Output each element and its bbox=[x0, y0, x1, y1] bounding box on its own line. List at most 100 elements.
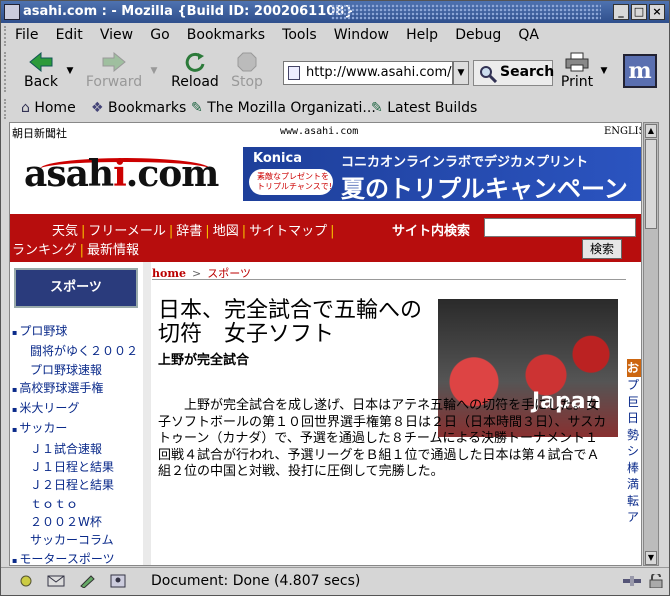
banner-line2: 夏のトリプルキャンペーン bbox=[341, 175, 628, 203]
right-column-clipped: お プ巨日勢シ棒満転ア bbox=[627, 359, 641, 565]
right-column-item[interactable]: 満 bbox=[627, 476, 641, 493]
home-link[interactable]: ⌂ Home bbox=[21, 100, 76, 116]
reload-label: Reload bbox=[171, 74, 219, 90]
sports-nav-item[interactable]: 闘将がゆく２００２ bbox=[12, 342, 142, 360]
composer-icon[interactable] bbox=[79, 574, 97, 588]
sports-nav-item[interactable]: ２００２W杯 bbox=[12, 513, 142, 531]
sports-nav-item[interactable]: Ｊ２日程と結果 bbox=[12, 476, 142, 494]
back-arrow-icon bbox=[29, 52, 53, 72]
sports-nav-item[interactable]: ▪ プロ野球 bbox=[12, 322, 142, 342]
right-column-item[interactable]: 勢 bbox=[627, 427, 641, 444]
menu-tools[interactable]: Tools bbox=[282, 24, 317, 43]
right-column-item[interactable]: 巨 bbox=[627, 394, 641, 411]
navbar-grip[interactable] bbox=[4, 52, 12, 92]
right-column-item[interactable]: シ bbox=[627, 443, 641, 460]
site-nav-row2: ランキング | 最新情報 bbox=[12, 243, 140, 258]
nav-link-sitemap[interactable]: サイトマップ bbox=[249, 224, 327, 239]
reload-button[interactable]: Reload bbox=[167, 52, 223, 90]
site-search-button[interactable]: 検索 bbox=[582, 239, 622, 259]
nav-link-latest[interactable]: 最新情報 bbox=[87, 243, 139, 258]
maximize-button[interactable]: □ bbox=[631, 4, 647, 20]
nav-link-dictionary[interactable]: 辞書 bbox=[176, 224, 202, 239]
nav-link-weather[interactable]: 天気 bbox=[52, 224, 78, 239]
search-label: Search bbox=[500, 64, 555, 80]
nav-link-map[interactable]: 地図 bbox=[213, 224, 239, 239]
online-status-icon[interactable] bbox=[621, 574, 643, 588]
url-text: http://www.asahi.com/ bbox=[306, 65, 452, 80]
bookmark-latest-builds[interactable]: ✎ Latest Builds bbox=[371, 100, 477, 116]
menu-file[interactable]: File bbox=[15, 24, 38, 43]
sports-nav-label: Ｊ１日程と結果 bbox=[30, 460, 115, 475]
navigator-icon[interactable] bbox=[17, 574, 35, 588]
scroll-thumb[interactable] bbox=[645, 139, 657, 229]
forward-dropdown[interactable]: ▼ bbox=[149, 66, 159, 76]
mail-icon[interactable] bbox=[47, 574, 65, 588]
bookmark-mozilla-label: The Mozilla Organizati... bbox=[207, 100, 376, 116]
sports-nav-label: 高校野球選手権 bbox=[19, 380, 104, 395]
status-bar: Document: Done (4.807 secs) bbox=[1, 567, 669, 595]
sports-nav-label: 米大リーグ bbox=[19, 401, 80, 416]
window-menu-button[interactable] bbox=[4, 4, 20, 20]
sports-nav-item[interactable]: サッカーコラム bbox=[12, 531, 142, 549]
scroll-down-arrow[interactable]: ▼ bbox=[645, 551, 657, 565]
asahi-logo[interactable]: asahi.com bbox=[24, 153, 220, 195]
menu-qa[interactable]: QA bbox=[518, 24, 539, 43]
vertical-scrollbar[interactable]: ▲ ▼ bbox=[643, 122, 659, 566]
print-dropdown[interactable]: ▼ bbox=[599, 66, 609, 76]
sports-nav-item[interactable]: プロ野球速報 bbox=[12, 361, 142, 379]
sports-nav-item[interactable]: Ｊ１試合速報 bbox=[12, 440, 142, 458]
address-book-icon[interactable] bbox=[109, 574, 127, 588]
menu-help[interactable]: Help bbox=[406, 24, 438, 43]
banner-brand: Konica bbox=[253, 151, 302, 166]
bookmark-pen-icon: ✎ bbox=[191, 100, 203, 116]
browser-window: asahi.com : - Mozilla {Build ID: 2002061… bbox=[0, 0, 670, 596]
search-button[interactable]: Search bbox=[473, 60, 555, 86]
site-url: www.asahi.com bbox=[280, 126, 359, 137]
scroll-up-arrow[interactable]: ▲ bbox=[645, 124, 657, 138]
personal-toolbar-grip[interactable] bbox=[4, 99, 12, 119]
menu-window[interactable]: Window bbox=[334, 24, 389, 43]
url-field[interactable]: http://www.asahi.com/ bbox=[283, 61, 453, 85]
sports-nav-label: ２００２W杯 bbox=[30, 514, 102, 529]
stop-button[interactable]: Stop bbox=[227, 52, 267, 90]
nav-link-freemail[interactable]: フリーメール bbox=[88, 224, 165, 239]
logo-text-tail: .com bbox=[125, 153, 220, 195]
title-bar: asahi.com : - Mozilla {Build ID: 2002061… bbox=[1, 1, 669, 23]
sports-nav-item[interactable]: ｔｏｔｏ bbox=[12, 495, 142, 513]
menu-go[interactable]: Go bbox=[150, 24, 169, 43]
sports-nav-item[interactable]: Ｊ１日程と結果 bbox=[12, 458, 142, 476]
nav-link-ranking[interactable]: ランキング bbox=[12, 243, 77, 258]
right-column-item[interactable]: 日 bbox=[627, 410, 641, 427]
back-button[interactable]: Back bbox=[21, 52, 61, 90]
sports-nav-item[interactable]: ▪ サッカー bbox=[12, 419, 142, 439]
right-column-item[interactable]: ア bbox=[627, 509, 641, 526]
right-column-item[interactable]: 棒 bbox=[627, 460, 641, 477]
title-pattern bbox=[331, 4, 601, 20]
page-proxy-icon[interactable] bbox=[288, 66, 300, 80]
bookmark-mozilla-org[interactable]: ✎ The Mozilla Organizati... bbox=[191, 100, 376, 116]
english-link[interactable]: ENGLISH bbox=[604, 126, 641, 137]
sports-nav-item[interactable]: ▪ 米大リーグ bbox=[12, 399, 142, 419]
menubar-grip[interactable] bbox=[4, 26, 12, 46]
url-history-dropdown[interactable]: ▼ bbox=[453, 61, 469, 85]
sports-nav-item[interactable]: ▪ 高校野球選手権 bbox=[12, 379, 142, 399]
sports-nav-item[interactable]: ▪ モータースポーツ bbox=[12, 550, 142, 565]
forward-button[interactable]: Forward bbox=[83, 52, 145, 90]
menu-debug[interactable]: Debug bbox=[455, 24, 501, 43]
status-text: Document: Done (4.807 secs) bbox=[151, 573, 361, 589]
menu-view[interactable]: View bbox=[100, 24, 133, 43]
security-lock-icon[interactable] bbox=[647, 574, 665, 588]
right-column-item[interactable]: 転 bbox=[627, 493, 641, 510]
site-search-input[interactable] bbox=[484, 218, 636, 237]
menu-edit[interactable]: Edit bbox=[56, 24, 83, 43]
back-dropdown[interactable]: ▼ bbox=[65, 66, 75, 76]
konica-ad-banner[interactable]: Konica 素敵なプレゼントをトリプルチャンスで! コニカオンラインラボでデジ… bbox=[243, 147, 641, 203]
right-column-item[interactable]: プ bbox=[627, 377, 641, 394]
print-button[interactable]: Print bbox=[559, 52, 595, 90]
menu-bookmarks[interactable]: Bookmarks bbox=[187, 24, 265, 43]
minimize-button[interactable]: _ bbox=[613, 4, 629, 20]
close-button[interactable]: × bbox=[649, 4, 665, 20]
right-column-items: プ巨日勢シ棒満転ア bbox=[627, 377, 641, 526]
bookmarks-menu-button[interactable]: ❖ Bookmarks bbox=[91, 100, 186, 116]
mozilla-throbber-logo[interactable]: m bbox=[623, 54, 657, 88]
